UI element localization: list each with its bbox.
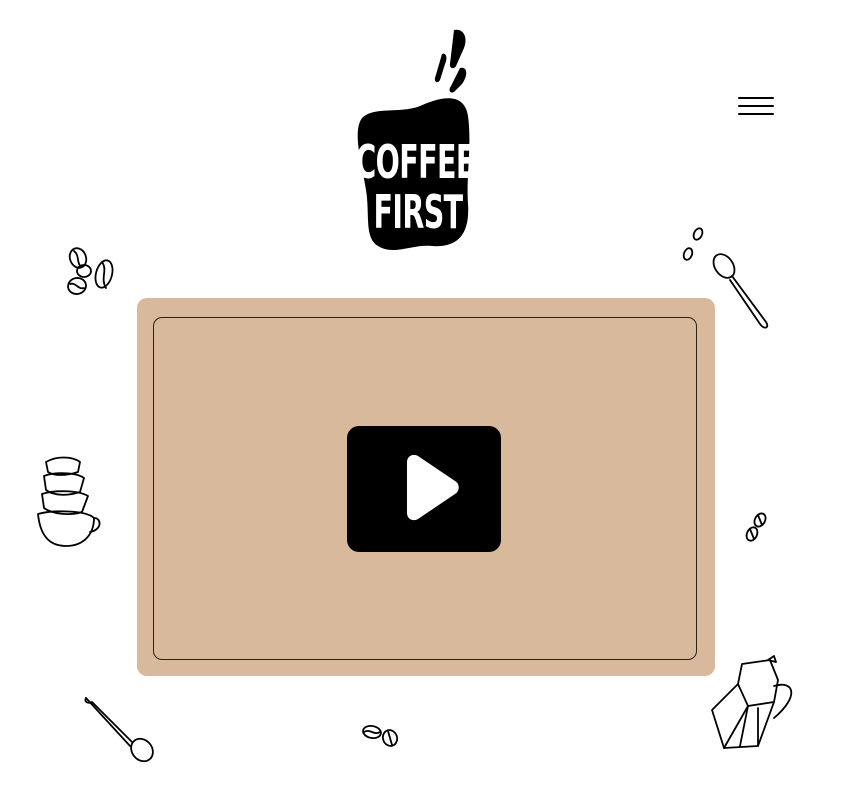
- stacked-cups-icon: [36, 456, 104, 550]
- play-icon: [407, 454, 459, 521]
- logo-line-2: FIRST: [374, 186, 463, 240]
- menu-line: [738, 105, 774, 107]
- moka-pot-icon: [708, 655, 804, 752]
- spoon-icon: [82, 694, 158, 766]
- play-button[interactable]: [347, 426, 501, 552]
- coffee-beans-icon: [742, 510, 772, 546]
- logo[interactable]: COFFEE FIRST: [355, 26, 476, 256]
- coffee-beans-icon: [64, 246, 118, 300]
- menu-line: [738, 97, 774, 99]
- coffee-beans-icon: [360, 722, 402, 748]
- hamburger-menu-icon[interactable]: [738, 96, 776, 122]
- logo-line-1: COFFEE: [355, 136, 474, 190]
- menu-line: [738, 113, 774, 115]
